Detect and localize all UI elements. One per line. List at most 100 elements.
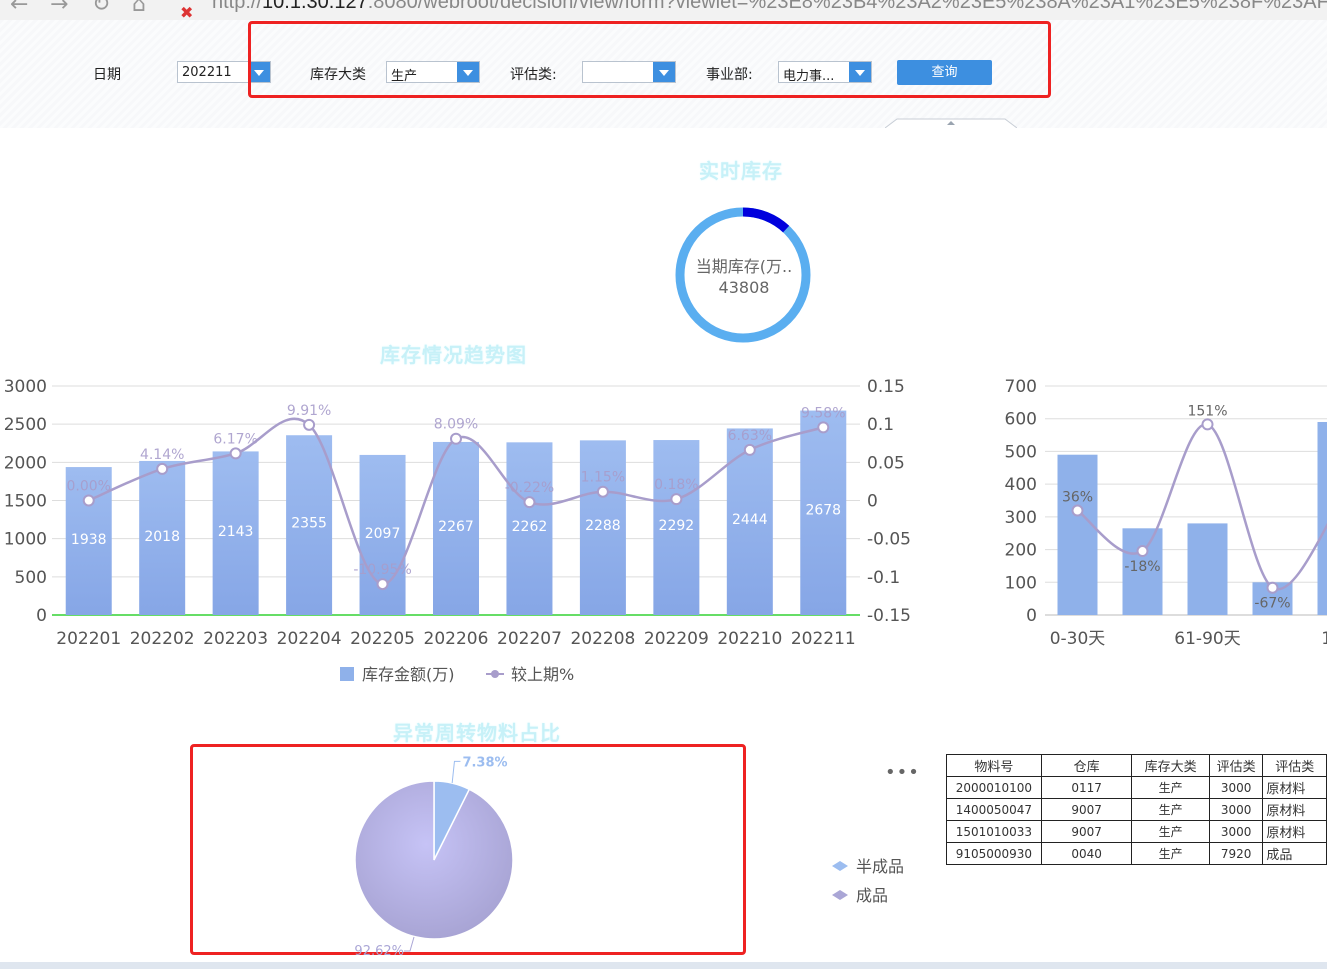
x-tick-label: 202210 <box>717 629 782 649</box>
bar <box>1317 421 1327 615</box>
abnormal-title: 异常周转物料占比 <box>393 721 561 745</box>
y-tick-label: 1000 <box>4 530 47 550</box>
line-value-label: 0.00% <box>66 479 110 495</box>
y-tick-label: 200 <box>1005 541 1037 561</box>
browser-toolbar: ← → ↻ ⌂ ✖ http://10.1.30.127:8080/webroo… <box>0 0 1327 20</box>
table-cell: 原材料 <box>1262 798 1327 821</box>
url-scheme: http:// <box>212 0 263 13</box>
pie-leader-line <box>404 936 415 952</box>
y2-tick-label: -0.05 <box>867 530 911 550</box>
legend-swatch <box>832 861 848 871</box>
col-header-warehouse[interactable]: 仓库 <box>1040 754 1133 777</box>
more-icon[interactable]: ••• <box>885 762 920 783</box>
address-bar[interactable]: ✖ http://10.1.30.127:8080/webroot/decisi… <box>180 0 1327 20</box>
url-path: :8080/webroot/decision/view/form?viewlet… <box>367 0 1327 13</box>
line-value-label: 9.91% <box>287 403 331 419</box>
reload-icon[interactable]: ↻ <box>92 0 110 17</box>
back-icon[interactable]: ← <box>10 0 28 17</box>
line-point <box>1266 581 1279 594</box>
line-value-label: 1.15% <box>581 470 625 486</box>
collapse-toggle[interactable] <box>885 118 1017 128</box>
col-header-material[interactable]: 物料号 <box>946 754 1042 777</box>
col-header-category[interactable]: 库存大类 <box>1131 754 1210 777</box>
y2-tick-label: 0.1 <box>867 415 894 435</box>
bar-value-label: 1938 <box>71 532 107 548</box>
legend-swatch <box>832 890 848 900</box>
legend-label: 半成品 <box>856 857 904 876</box>
y-tick-label: 0 <box>36 606 47 626</box>
y-tick-label: 500 <box>15 568 47 588</box>
bar-value-label: 2267 <box>438 519 474 535</box>
url-host: 10.1.30.127 <box>262 0 368 13</box>
line-value-label: 9.58% <box>801 405 845 421</box>
legend-line-marker <box>491 670 499 678</box>
y-tick-label: 2000 <box>4 453 47 473</box>
line-point <box>1201 418 1214 431</box>
bar-value-label: 2262 <box>512 519 548 535</box>
detail-table: 物料号 仓库 库存大类 评估类 评估类 2000010100 0117 生产 3000… <box>946 754 1327 865</box>
trend-chart: 0 -0.15 500 -0.1 1000 -0.05 1500 0 2000 0.05 2500 0… <box>4 377 911 684</box>
table-row[interactable]: 1501010033 9007 生产 3000 原材料 <box>946 820 1327 843</box>
y-tick-label: 600 <box>1005 410 1037 430</box>
table-cell: 0040 <box>1040 842 1133 865</box>
line-value-label: -67% <box>1254 596 1290 612</box>
bar-value-label: 2355 <box>291 516 327 532</box>
table-cell: 生产 <box>1131 820 1210 843</box>
table-cell: 9105000930 <box>946 842 1042 865</box>
horizontal-scrollbar[interactable] <box>0 962 1327 969</box>
realtime-donut[interactable]: 当期库存(万.. 43808 <box>673 205 815 347</box>
pie-label: 7.38% <box>462 755 507 770</box>
y-tick-label: 2500 <box>4 415 47 435</box>
y-tick-label: 3000 <box>4 377 47 397</box>
line-point <box>1071 504 1084 517</box>
x-tick-label: 202202 <box>130 629 195 649</box>
table-cell: 3000 <box>1208 798 1264 821</box>
bar <box>1187 523 1228 615</box>
line-point <box>743 443 756 456</box>
legend-bar-label: 库存金额(万) <box>362 665 455 684</box>
insecure-icon: ✖ <box>180 5 194 20</box>
table-cell: 成品 <box>1262 842 1327 865</box>
y-tick-label: 500 <box>1005 442 1037 462</box>
line-point <box>523 496 536 509</box>
line-point <box>82 494 95 507</box>
bar-value-label: 2018 <box>144 529 180 545</box>
line-point <box>303 418 316 431</box>
y2-tick-label: 0.05 <box>867 453 905 473</box>
x-tick-label: 202207 <box>497 629 562 649</box>
bar-value-label: 2444 <box>732 512 768 528</box>
table-cell: 3000 <box>1208 776 1264 799</box>
detail-table-container[interactable]: 物料号 仓库 库存大类 评估类 评估类 2000010100 0117 生产 3000… <box>946 754 1327 874</box>
y2-tick-label: 0.15 <box>867 377 905 397</box>
table-cell: 7920 <box>1208 842 1264 865</box>
x-tick-label: 202206 <box>424 629 489 649</box>
bar-value-label: 2143 <box>218 524 254 540</box>
bar-value-label: 2097 <box>365 526 401 542</box>
y-tick-label: 100 <box>1005 573 1037 593</box>
table-cell: 9007 <box>1040 820 1133 843</box>
forward-icon[interactable]: → <box>50 0 68 17</box>
y2-tick-label: -0.1 <box>867 568 900 588</box>
bar <box>1057 454 1098 615</box>
donut-value: 43808 <box>719 278 770 297</box>
abnormal-pie-chart: 7.38% 92.62% 半成品成品 <box>354 755 904 959</box>
table-row[interactable]: 2000010100 0117 生产 3000 原材料 <box>946 776 1327 799</box>
table-row[interactable]: 9105000930 0040 生产 7920 成品 <box>946 842 1327 865</box>
trend-title: 库存情况趋势图 <box>380 343 527 367</box>
table-row[interactable]: 1400050047 9007 生产 3000 原材料 <box>946 798 1327 821</box>
col-header-eval[interactable]: 评估类 <box>1208 754 1264 777</box>
home-icon[interactable]: ⌂ <box>132 0 146 17</box>
y-tick-label: 700 <box>1005 377 1037 397</box>
x-tick-label: 202204 <box>277 629 342 649</box>
bar-value-label: 2678 <box>805 503 841 519</box>
line-point <box>1136 545 1149 558</box>
line-point <box>376 578 389 591</box>
col-header-eval-type[interactable]: 评估类 <box>1262 754 1327 777</box>
table-cell: 3000 <box>1208 820 1264 843</box>
line-point <box>670 493 683 506</box>
legend-bar-swatch <box>340 667 354 681</box>
date-label: 日期 <box>93 67 121 83</box>
y-tick-label: 0 <box>1026 606 1037 626</box>
date-value: 202211 <box>182 65 232 80</box>
line-point <box>817 421 830 434</box>
